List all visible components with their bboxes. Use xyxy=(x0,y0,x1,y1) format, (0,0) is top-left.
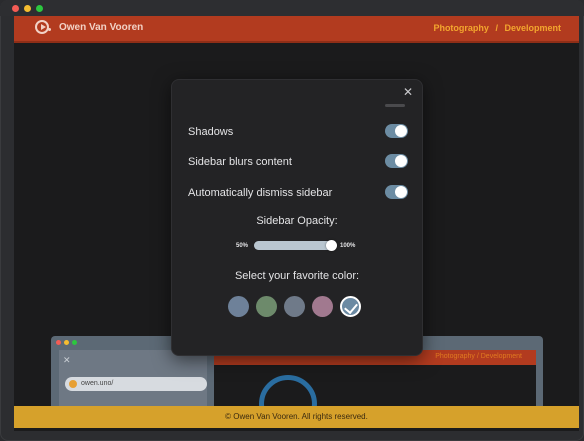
color-swatches xyxy=(228,296,368,318)
preview-url-text: owen.uno/ xyxy=(81,380,114,387)
app-window: Owen Van Vooren Photography / Developmen… xyxy=(0,0,584,441)
toggle-row-sidebar-blur: Sidebar blurs content xyxy=(188,154,408,170)
toggle-knob xyxy=(395,125,407,137)
toggle-knob xyxy=(395,186,407,198)
preview-red-dot xyxy=(56,340,61,345)
toggle-label: Automatically dismiss sidebar xyxy=(188,187,333,199)
color-swatch-gray[interactable] xyxy=(284,296,305,317)
auto-dismiss-toggle[interactable] xyxy=(385,185,408,199)
slider-min-label: 50% xyxy=(236,243,249,249)
scrolled-toggle-edge xyxy=(385,104,405,107)
checkmark-icon xyxy=(344,299,358,315)
preview-yellow-dot xyxy=(64,340,69,345)
opacity-title: Sidebar Opacity: xyxy=(256,215,338,227)
toggle-row-shadows: Shadows xyxy=(188,124,408,140)
settings-modal: ✕ Shadows Sidebar blurs content Automati… xyxy=(171,79,423,356)
color-swatch-steel-blue[interactable] xyxy=(340,296,361,317)
nav-link-development[interactable]: Development xyxy=(504,23,561,33)
preview-nav: Photography / Development xyxy=(435,353,522,360)
site-footer: © Owen Van Vooren. All rights reserved. xyxy=(14,406,579,428)
close-window-button[interactable] xyxy=(12,5,19,12)
shadows-toggle[interactable] xyxy=(385,124,408,138)
color-swatch-sage-green[interactable] xyxy=(256,296,277,317)
slider-fill xyxy=(254,241,332,250)
site-header: Owen Van Vooren Photography / Developmen… xyxy=(14,16,579,43)
preview-close-icon: ✕ xyxy=(63,355,71,365)
preview-url-bar: owen.uno/ xyxy=(65,377,207,391)
preview-page: Photography / Development xyxy=(214,350,536,411)
site-nav: Photography / Development xyxy=(429,23,561,33)
site-name[interactable]: Owen Van Vooren xyxy=(59,22,143,33)
close-icon[interactable]: ✕ xyxy=(401,85,415,99)
toggle-label: Shadows xyxy=(188,126,234,138)
preview-green-dot xyxy=(72,340,77,345)
slider-thumb[interactable] xyxy=(325,240,337,251)
footer-text: © Owen Van Vooren. All rights reserved. xyxy=(225,412,368,421)
zoom-window-button[interactable] xyxy=(36,5,43,12)
opacity-slider[interactable] xyxy=(254,240,337,251)
color-swatch-mauve[interactable] xyxy=(312,296,333,317)
toggle-label: Sidebar blurs content xyxy=(188,156,292,168)
toggle-row-auto-dismiss: Automatically dismiss sidebar xyxy=(188,185,408,201)
logo-icon[interactable] xyxy=(35,20,51,34)
color-title: Select your favorite color: xyxy=(234,270,360,282)
preview-favicon-icon xyxy=(69,380,77,388)
nav-link-photography[interactable]: Photography xyxy=(433,23,489,33)
title-bar xyxy=(0,0,584,16)
toggle-knob xyxy=(395,155,407,167)
nav-separator: / xyxy=(495,23,498,33)
minimize-window-button[interactable] xyxy=(24,5,31,12)
sidebar-blur-toggle[interactable] xyxy=(385,154,408,168)
color-swatch-slate-blue[interactable] xyxy=(228,296,249,317)
slider-max-label: 100% xyxy=(340,243,356,249)
